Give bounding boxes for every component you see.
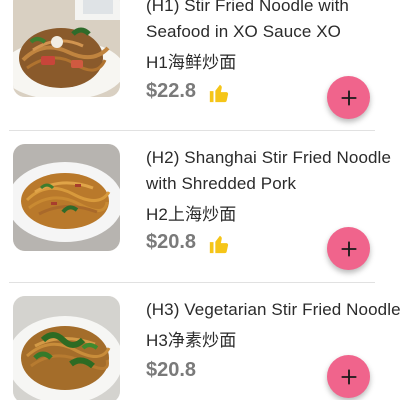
dish-title-line: Seafood in XO Sauce XO xyxy=(146,22,341,41)
menu-list: (H1) Stir Fried Noodle with Seafood in X… xyxy=(0,0,400,400)
plus-icon xyxy=(340,240,357,257)
dish-price: $22.8 xyxy=(146,80,197,102)
dish-title-chinese: H2上海炒面 xyxy=(146,205,237,224)
dish-price: $20.8 xyxy=(146,231,197,253)
dish-title-line: with Shredded Pork xyxy=(146,174,297,193)
dish-title-line: (H3) Vegetarian Stir Fried Noodle xyxy=(146,300,400,319)
add-to-cart-button[interactable] xyxy=(327,227,370,270)
plus-icon xyxy=(340,368,357,385)
add-to-cart-button[interactable] xyxy=(327,76,370,119)
menu-item[interactable]: (H1) Stir Fried Noodle with Seafood in X… xyxy=(0,0,400,132)
add-to-cart-button[interactable] xyxy=(327,355,370,398)
thumbs-up-icon[interactable] xyxy=(208,233,230,255)
dish-title-line: (H2) Shanghai Stir Fried Noodle xyxy=(146,148,391,167)
dish-title-line: (H1) Stir Fried Noodle with xyxy=(146,0,349,15)
thumbs-up-icon[interactable] xyxy=(208,82,230,104)
menu-item[interactable]: (H3) Vegetarian Stir Fried Noodle H3净素炒面… xyxy=(0,283,400,400)
dish-photo[interactable] xyxy=(13,0,120,97)
dish-photo[interactable] xyxy=(13,144,120,251)
dish-title-chinese: H1海鲜炒面 xyxy=(146,53,237,72)
dish-price: $20.8 xyxy=(146,359,197,381)
dish-title-chinese: H3净素炒面 xyxy=(146,331,237,350)
menu-item[interactable]: (H2) Shanghai Stir Fried Noodle with Shr… xyxy=(0,131,400,281)
plus-icon xyxy=(340,89,357,106)
dish-photo[interactable] xyxy=(13,296,120,400)
